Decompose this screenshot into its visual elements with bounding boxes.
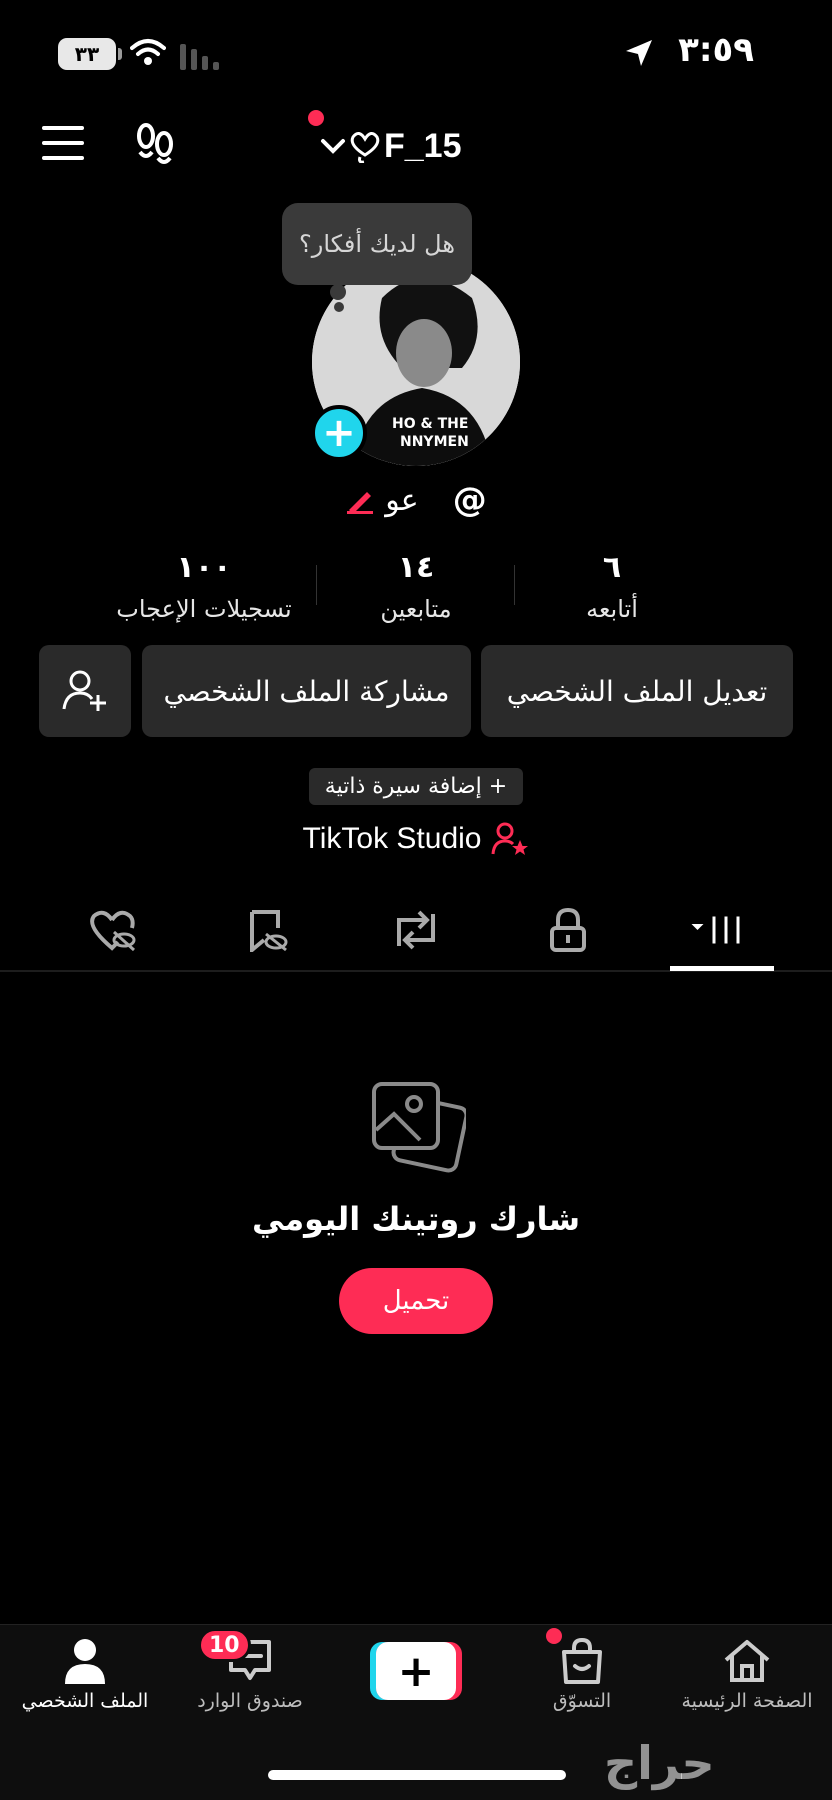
nav-profile[interactable]: الملف الشخصي xyxy=(0,1638,170,1712)
status-time: ٣:٥٩ xyxy=(678,30,754,70)
home-indicator[interactable] xyxy=(268,1770,566,1780)
handle-name: عو xyxy=(385,482,419,518)
following-count: ٦ xyxy=(602,550,622,585)
handle-row: عو @ xyxy=(0,480,832,520)
likes-stat[interactable]: ١٠٠ تسجيلات الإعجاب xyxy=(84,550,324,623)
svg-text:HO & THE: HO & THE xyxy=(392,416,468,432)
username: F_15 xyxy=(384,126,462,165)
menu-icon[interactable] xyxy=(42,126,86,160)
create-button[interactable]: + xyxy=(370,1642,462,1700)
upload-button[interactable]: تحميل xyxy=(339,1268,493,1334)
wifi-icon xyxy=(130,39,166,65)
pencil-icon[interactable] xyxy=(345,486,375,514)
add-bio-button[interactable]: + إضافة سيرة ذاتية xyxy=(308,768,524,805)
tab-videos[interactable] xyxy=(690,900,750,960)
footprint-icon[interactable] xyxy=(134,122,178,166)
location-arrow-icon xyxy=(626,40,652,66)
battery-indicator: ٣٣ xyxy=(58,38,122,70)
heart-hidden-icon xyxy=(90,910,136,952)
nav-home[interactable]: الصفحة الرئيسية xyxy=(662,1638,832,1712)
following-stat[interactable]: ٦ أتابعه xyxy=(492,550,732,623)
nav-inbox-label: صندوق الوارد xyxy=(197,1690,303,1712)
edit-profile-button[interactable]: تعديل الملف الشخصي xyxy=(481,645,793,737)
add-bio-row: + إضافة سيرة ذاتية xyxy=(0,768,832,805)
profile-icon xyxy=(65,1639,105,1684)
studio-label: TikTok Studio xyxy=(302,822,482,855)
repost-icon xyxy=(397,910,435,950)
person-star-icon xyxy=(491,822,529,855)
add-story-button[interactable]: + xyxy=(311,405,367,461)
handle-prefix: @ xyxy=(452,480,487,520)
following-label: أتابعه xyxy=(586,595,638,623)
add-friend-icon xyxy=(62,670,106,711)
heart-link-icon xyxy=(350,132,380,163)
bookmark-hidden-icon xyxy=(250,910,288,952)
tab-reposts[interactable] xyxy=(386,900,446,960)
tab-favorites[interactable] xyxy=(236,900,296,960)
nav-profile-label: الملف الشخصي xyxy=(21,1690,149,1712)
likes-label: تسجيلات الإعجاب xyxy=(116,595,292,623)
add-friend-button[interactable] xyxy=(39,645,131,737)
cellular-signal-icon xyxy=(180,44,219,70)
plus-icon: + xyxy=(376,1642,456,1700)
photos-icon xyxy=(372,1082,466,1173)
grid-tab-icon xyxy=(691,916,740,944)
shop-notification-dot xyxy=(546,1628,562,1644)
nav-shop[interactable]: التسوّق xyxy=(497,1638,667,1712)
inbox-badge: 10 xyxy=(198,1628,251,1662)
svg-text:NNYMEN: NNYMEN xyxy=(400,434,469,450)
tab-private[interactable] xyxy=(538,900,598,960)
haraj-watermark: حراج xyxy=(604,1736,715,1790)
tab-liked[interactable] xyxy=(82,900,142,960)
nav-shop-label: التسوّق xyxy=(552,1690,612,1712)
ideas-bubble[interactable]: هل لديك أفكار؟ xyxy=(282,203,472,285)
lock-icon xyxy=(550,908,586,952)
active-tab-indicator xyxy=(670,966,774,971)
tiktok-studio-link[interactable]: TikTok Studio xyxy=(0,822,832,856)
bubble-tail xyxy=(330,284,346,300)
chevron-down-icon xyxy=(321,139,345,154)
empty-state-title: شارك روتينك اليومي xyxy=(251,1200,581,1238)
bubble-tail-dot xyxy=(334,302,344,312)
likes-count: ١٠٠ xyxy=(176,550,232,585)
share-profile-button[interactable]: مشاركة الملف الشخصي xyxy=(142,645,471,737)
shop-icon xyxy=(562,1638,602,1684)
account-switcher[interactable]: F_15 xyxy=(320,124,462,168)
home-icon xyxy=(724,1640,770,1682)
nav-home-label: الصفحة الرئيسية xyxy=(681,1690,813,1712)
